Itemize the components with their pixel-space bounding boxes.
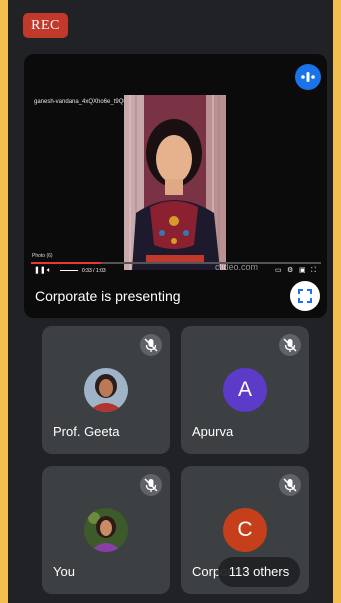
fullscreen-icon xyxy=(298,289,312,303)
participant-tile[interactable]: Prof. Geeta xyxy=(42,326,170,454)
participant-name: You xyxy=(53,564,75,579)
participant-tile[interactable]: A Apurva xyxy=(181,326,309,454)
video-quality-label: Photo (6) xyxy=(32,253,53,259)
avatar xyxy=(84,508,128,552)
volume-slider[interactable] xyxy=(60,270,78,271)
mic-off-icon xyxy=(140,474,162,496)
settings-icon[interactable]: ⚙ xyxy=(287,266,293,276)
presentation-card[interactable]: ganesh-vandana_4xQXho6e_t9Qu.mp4 clideo.… xyxy=(24,54,327,318)
presented-video-frame xyxy=(124,95,226,270)
miniplayer-icon[interactable]: ▣ xyxy=(299,266,306,276)
presenting-label: Corporate is presenting xyxy=(35,288,181,304)
participant-name: Apurva xyxy=(192,424,234,439)
more-vert-icon xyxy=(301,72,315,82)
recording-badge: REC xyxy=(23,13,68,38)
pause-icon[interactable]: ❚❚ xyxy=(34,266,46,276)
mic-off-icon xyxy=(140,334,162,356)
video-progress-bar[interactable] xyxy=(31,262,321,264)
avatar: C xyxy=(223,508,267,552)
avatar xyxy=(84,368,128,412)
captions-icon[interactable]: ▭ xyxy=(275,266,282,276)
fullscreen-button[interactable] xyxy=(290,281,320,311)
app-frame: REC ganesh-vandana_4xQXho6e_t9Qu.mp4 cli… xyxy=(0,0,341,603)
video-time: 0:33 / 1:03 xyxy=(82,268,106,274)
mic-off-icon xyxy=(279,334,301,356)
participant-tile[interactable]: You xyxy=(42,466,170,594)
video-fullscreen-icon[interactable]: ⛶ xyxy=(311,266,316,276)
volume-icon[interactable]: 🔈︎ xyxy=(47,266,51,276)
video-progress-fill xyxy=(31,262,101,264)
participant-name: Prof. Geeta xyxy=(53,424,120,439)
more-options-button[interactable] xyxy=(295,64,321,90)
mic-off-icon xyxy=(279,474,301,496)
others-count-pill[interactable]: 113 others xyxy=(218,557,300,587)
avatar: A xyxy=(223,368,267,412)
video-controls: ❚❚ 🔈︎ 0:33 / 1:03 ▭ ⚙ ▣ ⛶ xyxy=(32,266,320,276)
